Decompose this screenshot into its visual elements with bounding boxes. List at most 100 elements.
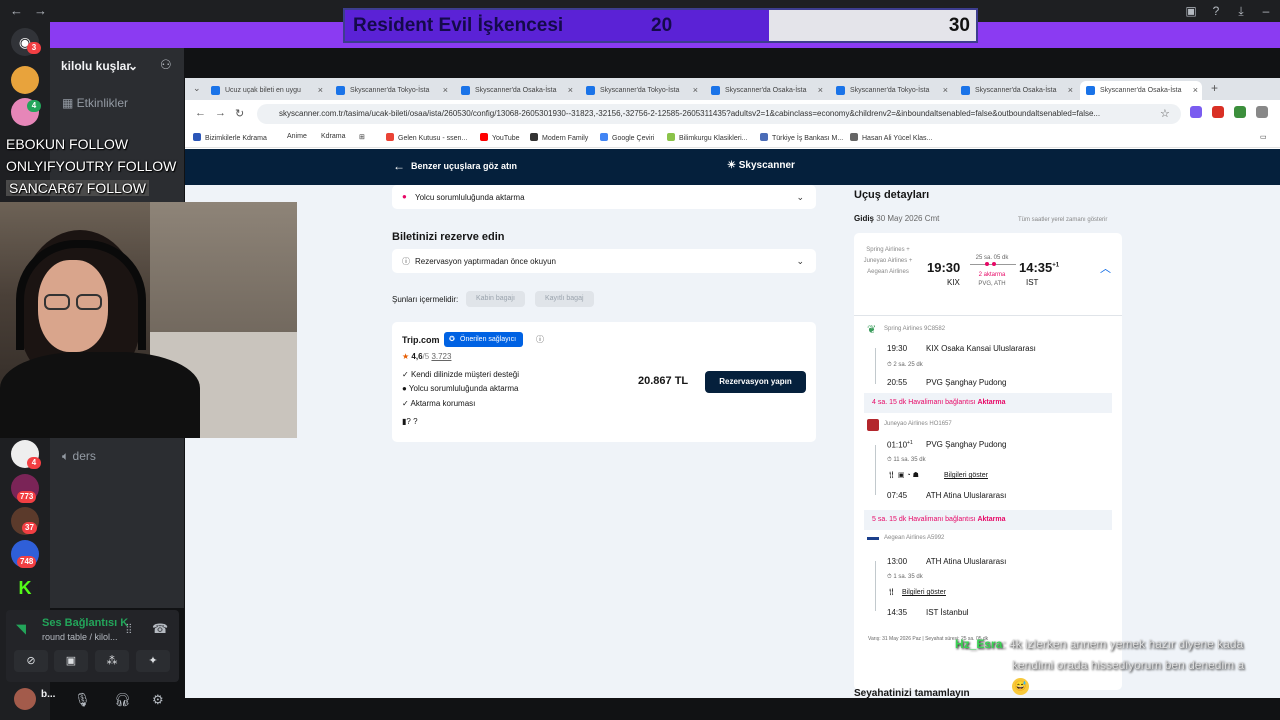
activities-icon[interactable]: ⁂ [95,650,129,672]
browser-window: ⌄ Ucuz uçak bileti en uygu × Skyscanner'd… [185,78,1280,698]
layover-text: Havalimanı bağlantısı [908,399,976,406]
extensions-icon[interactable] [1256,106,1268,118]
extension-icon[interactable] [1190,106,1202,118]
browser-tab[interactable]: Ucuz uçak bileti en uygu × [205,81,327,100]
chevron-down-icon[interactable]: ⌄ [796,192,804,203]
similar-flights-link[interactable]: Benzer uçuşlara göz atın [411,161,517,171]
star-icon[interactable]: ☆ [1160,107,1170,120]
soundboard-icon[interactable]: ✦ [136,650,170,672]
browser-tab[interactable]: Skyscanner'da Tokyo-İsta × [580,81,702,100]
close-icon[interactable]: × [443,81,448,100]
forward-arrow-icon[interactable]: → [215,107,226,119]
browser-tab-active[interactable]: Skyscanner'da Osaka-İsta × [1080,81,1202,100]
extension-icon[interactable] [1212,106,1224,118]
voice-sub[interactable]: round table / kilol... [42,632,118,642]
voice-status[interactable]: Ses Bağlantısı K [42,617,128,629]
score-overlay: Resident Evil İşkencesi 20 30 [343,8,978,43]
back-arrow-icon[interactable]: ← [393,159,405,173]
bookmark[interactable]: Gelen Kutusu - ssen... [386,133,467,142]
forward-arrow-icon[interactable]: → [34,3,47,18]
outbound-line: Gidiş 30 May 2026 Cmt [854,214,939,223]
minimize-icon[interactable]: – [1259,4,1273,18]
close-icon[interactable]: × [818,81,823,100]
browser-tab[interactable]: Skyscanner'da Tokyo-İsta × [830,81,952,100]
show-info-link[interactable]: Bilgileri göster [944,472,988,479]
inbox-icon[interactable]: ▣ [1184,4,1198,18]
medal-icon: ✪ [449,336,455,343]
skyscanner-logo[interactable]: ☀ Skyscanner [727,160,795,171]
back-arrow-icon[interactable]: ← [10,3,23,18]
checked-bag-filter[interactable]: Kayıtlı bagaj [535,291,594,307]
close-icon[interactable]: × [1068,81,1073,100]
user-bar: b... 🎙︎ 🎧︎ ⚙ [6,684,179,718]
segment-duration-text: 1 sa. 35 dk [893,574,923,580]
address-row: ← → ↻ skyscanner.com.tr/tasima/ucak-bile… [185,100,1280,128]
disconnect-icon[interactable]: ☎ [152,621,168,637]
bookmark[interactable]: Modern Family [530,133,588,142]
invite-people-icon[interactable]: ⚇ [160,57,172,73]
speaker-icon: 🔈︎ [62,449,73,463]
tab-favicon-icon [586,86,595,95]
close-icon[interactable]: × [693,81,698,100]
close-icon[interactable]: × [943,81,948,100]
user-name[interactable]: b... [41,689,55,700]
events-item[interactable]: ▦ Etkinlikler [62,96,128,110]
avatar[interactable] [14,688,36,710]
chevron-down-icon[interactable]: ⌄ [128,59,138,73]
close-icon[interactable]: × [318,81,323,100]
layover-row: 4 sa. 15 dk Havalimanı bağlantısı Aktarm… [864,393,1112,413]
kick-icon[interactable]: K [11,574,39,602]
new-tab-icon[interactable]: + [1211,81,1218,95]
help-icon[interactable]: ? [1209,4,1223,18]
folder-icon[interactable]: ▭ [1260,133,1267,141]
back-arrow-icon[interactable]: ← [195,107,206,119]
bookmark[interactable]: Hasan Ali Yücel Klas... [850,133,932,142]
bookmark[interactable]: Kdrama [321,133,346,140]
microphone-icon[interactable]: 🎙︎ [74,692,91,708]
reserve-button[interactable]: Rezervasyon yapın [705,371,806,393]
browser-tab[interactable]: Skyscanner'da Tokyo-İsta × [330,81,452,100]
tab-list-icon[interactable]: ⌄ [193,83,201,94]
tab-favicon-icon [836,86,845,95]
segment-time: 19:30 [887,344,908,353]
review-count[interactable]: 3.723 [431,352,451,361]
voice-channel-label: ders [72,449,96,463]
read-before-row[interactable]: ⓘ Rezervasyon yaptırmadan önce okuyun ⌄ [392,249,816,273]
bookmark[interactable]: Anime [287,133,307,140]
headphones-icon[interactable]: 🎧︎ [114,692,131,708]
voice-channel-ders[interactable]: 🔈︎ ders [62,449,96,464]
close-icon[interactable]: × [1193,81,1198,100]
chat-message-cont: kendimi orada hissediyorum ben denedim a [1012,658,1245,672]
bookmark[interactable]: Bilimkurgu Klasikleri... [667,133,747,142]
address-bar[interactable]: skyscanner.com.tr/tasima/ucak-bileti/osa… [257,104,1181,124]
server-icon[interactable] [11,66,39,94]
cabin-bag-filter[interactable]: Kabin bagajı [466,291,525,307]
show-info-link[interactable]: Bilgileri göster [902,589,946,596]
extension-icon[interactable] [1234,106,1246,118]
bookmark-label: Bizimkilerle Kdrama [205,135,267,142]
browser-tab[interactable]: Skyscanner'da Osaka-İsta × [455,81,577,100]
server-name[interactable]: kilolu kuşlar [61,59,131,73]
skyscanner-page: ← Benzer uçuşlara göz atın ☀ Skyscanner … [185,149,1280,698]
camera-off-icon[interactable]: ⊘ [14,650,48,672]
chevron-up-icon[interactable]: ︿ [1100,260,1111,276]
bookmark[interactable]: Google Çeviri [600,133,654,142]
game-title: Resident Evil İşkencesi [353,15,564,36]
provider-name[interactable]: Trip.com [402,335,440,345]
screen-share-icon[interactable]: ▣ [54,650,88,672]
bookmark[interactable]: YouTube [480,133,520,142]
apps-icon[interactable]: ⊞ [359,133,365,141]
chevron-down-icon[interactable]: ⌄ [796,256,804,267]
bookmark[interactable]: Bizimkilerle Kdrama [193,133,267,142]
browser-tab[interactable]: Skyscanner'da Osaka-İsta × [955,81,1077,100]
close-icon[interactable]: × [568,81,573,100]
download-icon[interactable]: ⤓ [1234,4,1248,18]
transfer-notice-row[interactable]: ● Yolcu sorumluluğunda aktarma ⌄ [392,185,816,209]
info-icon[interactable]: ⓘ [536,334,544,345]
gear-icon[interactable]: ⚙ [152,692,164,708]
bookmark[interactable]: Türkiye İş Bankası M... [760,133,843,142]
browser-tab[interactable]: Skyscanner'da Osaka-İsta × [705,81,827,100]
reload-icon[interactable]: ↻ [235,107,244,120]
noise-suppression-icon[interactable]: ⦙⦙ [126,621,132,637]
badge: 37 [22,522,37,534]
